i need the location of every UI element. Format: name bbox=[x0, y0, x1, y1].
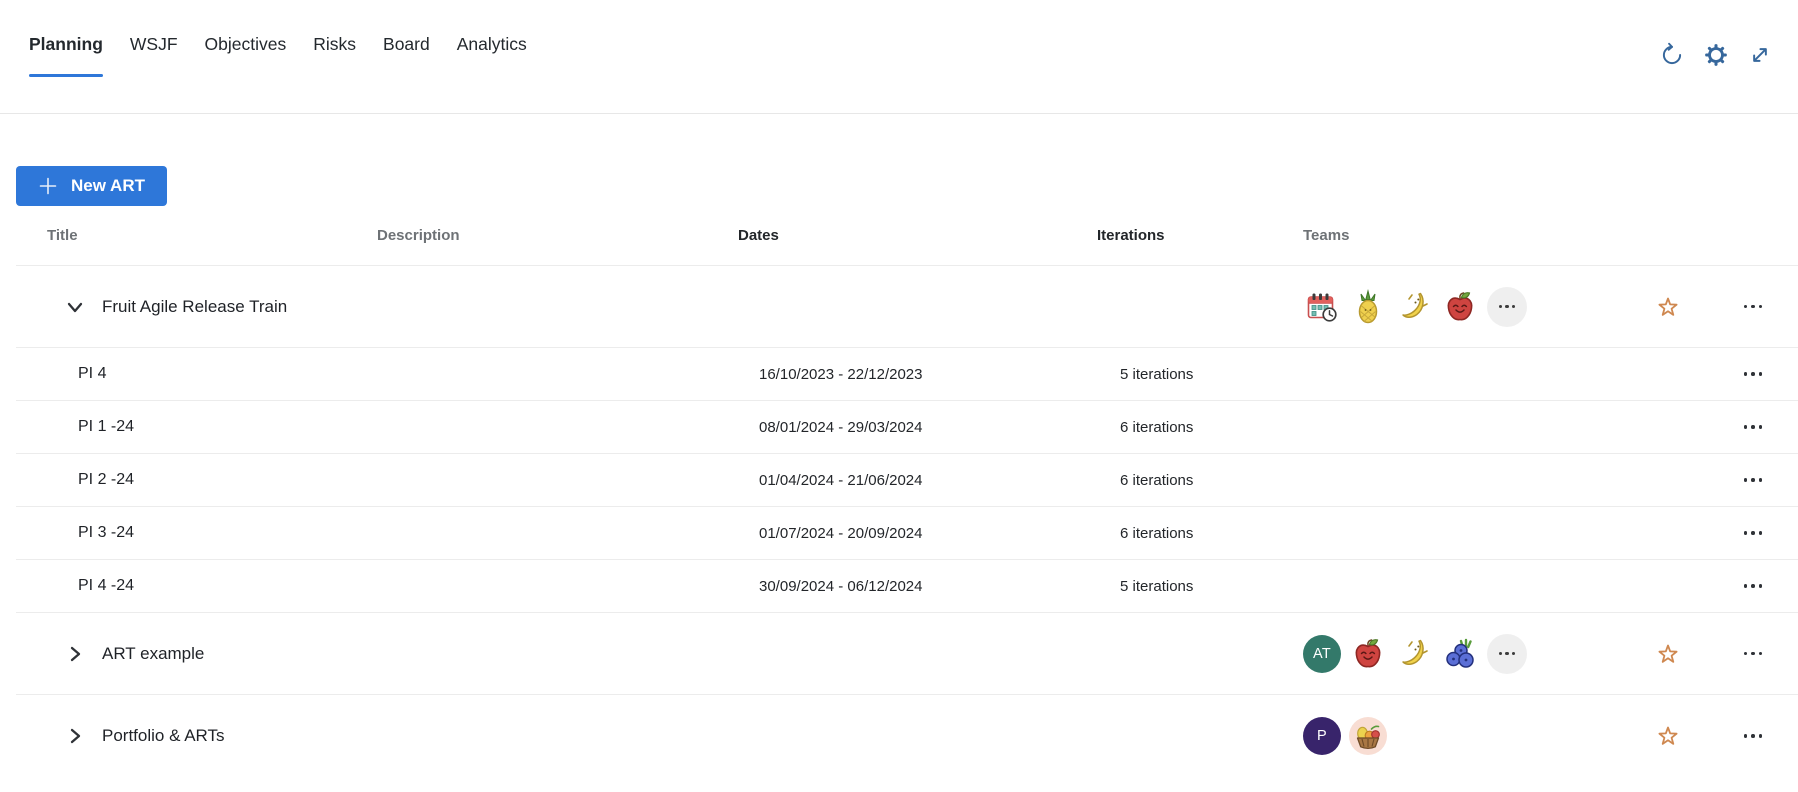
table-body: Fruit Agile Release Train PI 4 16/10/2023 … bbox=[16, 266, 1798, 777]
dates-cell: 30/09/2024 - 06/12/2024 bbox=[738, 578, 1097, 595]
row-title: ART example bbox=[102, 644, 204, 664]
table-row[interactable]: PI 1 -24 08/01/2024 - 29/03/20246 iterati… bbox=[16, 401, 1798, 454]
team-avatar[interactable]: P bbox=[1303, 717, 1341, 755]
more-teams-avatar[interactable] bbox=[1487, 634, 1527, 674]
column-header-title: Title bbox=[16, 227, 377, 244]
toolbar-icons bbox=[1659, 42, 1773, 68]
banana-icon[interactable] bbox=[1395, 288, 1433, 326]
row-title: Fruit Agile Release Train bbox=[102, 297, 287, 317]
apple-icon[interactable] bbox=[1349, 635, 1387, 673]
title-cell: Fruit Agile Release Train bbox=[16, 296, 377, 318]
actions-cell bbox=[1708, 578, 1798, 594]
team-avatar[interactable]: AT bbox=[1303, 635, 1341, 673]
row-menu-ellipsis-icon[interactable] bbox=[1738, 646, 1769, 662]
refresh-icon[interactable] bbox=[1659, 42, 1685, 68]
teams-cell: P bbox=[1279, 717, 1628, 755]
title-cell: PI 3 -24 bbox=[16, 524, 377, 542]
pineapple-icon[interactable] bbox=[1349, 288, 1387, 326]
team-initials: AT bbox=[1313, 646, 1331, 662]
art-table: Title Description Dates Iterations Teams… bbox=[16, 206, 1798, 777]
actions-cell bbox=[1708, 472, 1798, 488]
star-cell bbox=[1628, 293, 1708, 321]
teams-cell: AT bbox=[1279, 634, 1628, 674]
table-row[interactable]: Fruit Agile Release Train bbox=[16, 266, 1798, 348]
column-header-dates: Dates bbox=[738, 227, 1097, 244]
dates-cell: 08/01/2024 - 29/03/2024 bbox=[738, 419, 1097, 436]
title-cell: Portfolio & ARTs bbox=[16, 725, 377, 747]
title-cell: PI 4 -24 bbox=[16, 577, 377, 595]
iterations-cell: 6 iterations bbox=[1097, 419, 1279, 436]
dates-cell: 01/07/2024 - 20/09/2024 bbox=[738, 525, 1097, 542]
row-menu-ellipsis-icon[interactable] bbox=[1738, 525, 1769, 541]
table-row[interactable]: Portfolio & ARTs P bbox=[16, 695, 1798, 777]
chevron-right-icon[interactable] bbox=[64, 725, 86, 747]
teams-cell bbox=[1279, 287, 1628, 327]
top-bar: Planning WSJF Objectives Risks Board Ana… bbox=[0, 0, 1798, 114]
row-title: PI 4 bbox=[78, 365, 106, 383]
row-menu-ellipsis-icon[interactable] bbox=[1738, 419, 1769, 435]
actions-cell bbox=[1708, 366, 1798, 382]
team-initials: P bbox=[1317, 728, 1327, 744]
gear-icon[interactable] bbox=[1703, 42, 1729, 68]
title-cell: PI 4 bbox=[16, 365, 377, 383]
table-row[interactable]: PI 2 -24 01/04/2024 - 21/06/20246 iterati… bbox=[16, 454, 1798, 507]
iterations-cell: 6 iterations bbox=[1097, 525, 1279, 542]
star-cell bbox=[1628, 640, 1708, 668]
table-row[interactable]: PI 3 -24 01/07/2024 - 20/09/20246 iterati… bbox=[16, 507, 1798, 560]
tab-board[interactable]: Board bbox=[383, 34, 430, 77]
new-art-label: New ART bbox=[71, 176, 145, 196]
row-menu-ellipsis-icon[interactable] bbox=[1738, 366, 1769, 382]
blueberries-icon[interactable] bbox=[1441, 635, 1479, 673]
tab-bar: Planning WSJF Objectives Risks Board Ana… bbox=[29, 34, 527, 77]
tab-objectives[interactable]: Objectives bbox=[205, 34, 287, 77]
fruit-basket-icon[interactable] bbox=[1349, 717, 1387, 755]
column-header-description: Description bbox=[377, 227, 738, 244]
row-title: PI 3 -24 bbox=[78, 524, 134, 542]
column-header-iterations: Iterations bbox=[1097, 227, 1279, 244]
title-cell: PI 1 -24 bbox=[16, 418, 377, 436]
row-title: PI 1 -24 bbox=[78, 418, 134, 436]
more-teams-avatar[interactable] bbox=[1487, 287, 1527, 327]
row-menu-ellipsis-icon[interactable] bbox=[1738, 728, 1769, 744]
actions-cell bbox=[1708, 419, 1798, 435]
actions-cell bbox=[1708, 646, 1798, 662]
row-title: Portfolio & ARTs bbox=[102, 726, 225, 746]
favorite-star-icon[interactable] bbox=[1654, 722, 1682, 750]
actions-cell bbox=[1708, 525, 1798, 541]
new-art-button[interactable]: New ART bbox=[16, 166, 167, 206]
row-title: PI 4 -24 bbox=[78, 577, 134, 595]
iterations-cell: 5 iterations bbox=[1097, 366, 1279, 383]
plus-icon bbox=[38, 176, 58, 196]
column-header-teams: Teams bbox=[1279, 227, 1628, 244]
row-menu-ellipsis-icon[interactable] bbox=[1738, 299, 1769, 315]
expand-icon[interactable] bbox=[1747, 42, 1773, 68]
title-cell: ART example bbox=[16, 643, 377, 665]
row-menu-ellipsis-icon[interactable] bbox=[1738, 472, 1769, 488]
dates-cell: 16/10/2023 - 22/12/2023 bbox=[738, 366, 1097, 383]
chevron-down-icon[interactable] bbox=[64, 296, 86, 318]
favorite-star-icon[interactable] bbox=[1654, 293, 1682, 321]
actions-cell bbox=[1708, 299, 1798, 315]
tab-planning[interactable]: Planning bbox=[29, 34, 103, 77]
iterations-cell: 5 iterations bbox=[1097, 578, 1279, 595]
favorite-star-icon[interactable] bbox=[1654, 640, 1682, 668]
row-title: PI 2 -24 bbox=[78, 471, 134, 489]
tab-risks[interactable]: Risks bbox=[313, 34, 356, 77]
tab-analytics[interactable]: Analytics bbox=[457, 34, 527, 77]
banana-icon[interactable] bbox=[1395, 635, 1433, 673]
chevron-right-icon[interactable] bbox=[64, 643, 86, 665]
actions-cell bbox=[1708, 728, 1798, 744]
star-cell bbox=[1628, 722, 1708, 750]
table-row[interactable]: ART example AT bbox=[16, 613, 1798, 695]
row-menu-ellipsis-icon[interactable] bbox=[1738, 578, 1769, 594]
table-row[interactable]: PI 4 16/10/2023 - 22/12/20235 iterations bbox=[16, 348, 1798, 401]
iterations-cell: 6 iterations bbox=[1097, 472, 1279, 489]
calendar-clock-icon[interactable] bbox=[1303, 288, 1341, 326]
dates-cell: 01/04/2024 - 21/06/2024 bbox=[738, 472, 1097, 489]
table-header-row: Title Description Dates Iterations Teams bbox=[16, 206, 1798, 266]
table-row[interactable]: PI 4 -24 30/09/2024 - 06/12/20245 iterati… bbox=[16, 560, 1798, 613]
title-cell: PI 2 -24 bbox=[16, 471, 377, 489]
apple-icon[interactable] bbox=[1441, 288, 1479, 326]
tab-wsjf[interactable]: WSJF bbox=[130, 34, 178, 77]
